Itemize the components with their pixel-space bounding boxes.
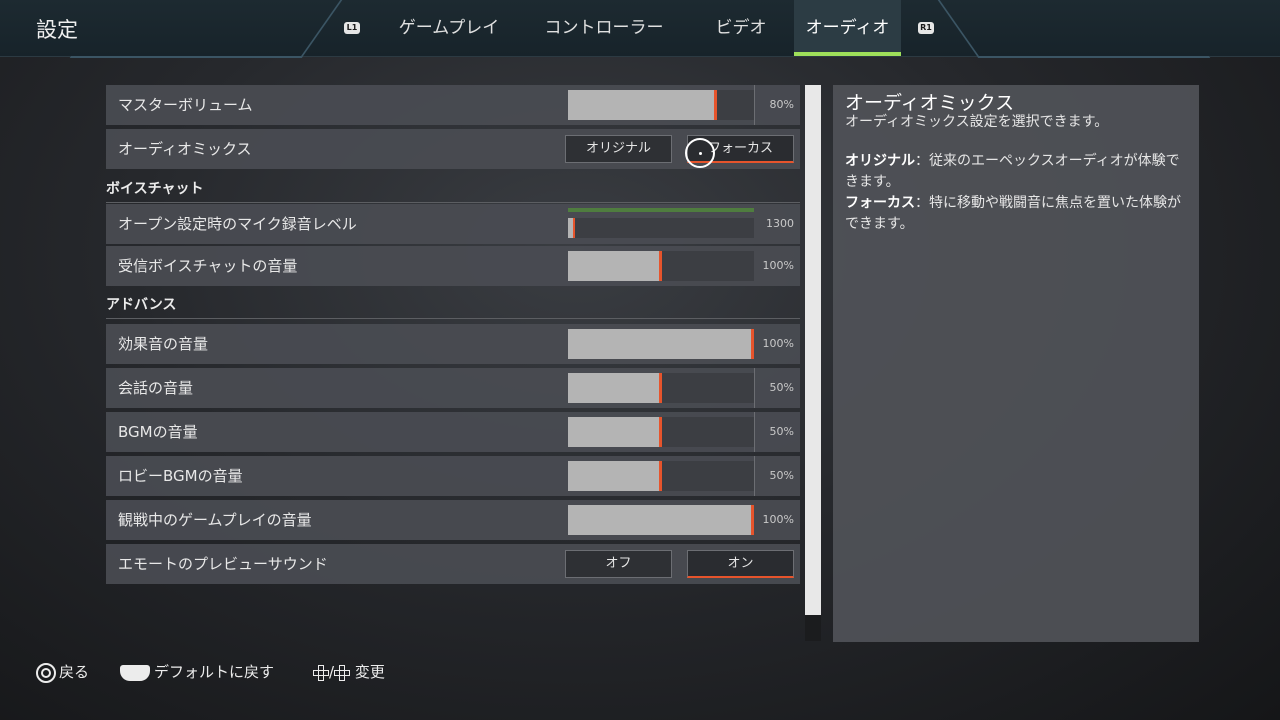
section-header-advanced: アドバンス [106,294,800,319]
l1-bumper-icon[interactable]: L1 [344,22,360,34]
info-panel: オーディオミックス オーディオミックス設定を選択できます。 オリジナル：従来のエ… [833,85,1199,642]
info-description: オーディオミックス設定を選択できます。 [845,114,1109,130]
slider-value: 50% [769,381,794,394]
reset-label: デフォルトに戻す [154,663,275,681]
slider-end-marker [754,456,755,496]
setting-row-dialogue-volume[interactable]: 会話の音量 50% [106,368,800,408]
slider-end-marker [754,412,755,452]
top-bar: 設定 L1 ゲームプレイ コントローラー ビデオ オーディオ R1 [0,0,1280,58]
scrollbar-thumb[interactable] [805,85,821,615]
slider-fill [568,251,662,281]
setting-row-emote-preview[interactable]: エモートのプレビューサウンド オフ オン [106,544,800,584]
cursor-dot-icon [699,152,702,155]
slider-end-marker [754,368,755,408]
setting-label: オープン設定時のマイク録音レベル [118,215,357,233]
setting-row-lobby-bgm-volume[interactable]: ロビーBGMの音量 50% [106,456,800,496]
slider-value: 50% [769,425,794,438]
slider-fill [568,329,754,359]
slider-value: 1300 [766,217,794,230]
master-volume-slider[interactable] [568,90,754,120]
sfx-volume-slider[interactable] [568,329,754,359]
emote-preview-on-button[interactable]: オン [687,550,794,578]
setting-label: BGMの音量 [118,423,198,441]
voice-chat-volume-slider[interactable] [568,251,754,281]
back-button[interactable]: 戻る [36,660,89,684]
back-label: 戻る [59,663,90,681]
section-header-voice-chat: ボイスチャット [106,178,800,203]
slider-fill [568,373,662,403]
info-term: フォーカス [845,195,915,211]
setting-label: 観戦中のゲームプレイの音量 [118,511,312,529]
audio-mix-original-button[interactable]: オリジナル [565,135,672,163]
slider-value: 100% [762,337,794,350]
slider-fill [568,218,575,238]
dpad-left-right-icon [334,664,351,681]
settings-scrollbar[interactable] [805,85,821,641]
reset-defaults-button[interactable]: デフォルトに戻す [120,660,274,684]
lobby-bgm-volume-slider[interactable] [568,461,754,491]
header-decoration-right [937,0,1211,58]
setting-label: 会話の音量 [118,379,194,397]
tab-controller[interactable]: コントローラー [530,0,678,56]
info-term: オリジナル [845,153,915,169]
slider-value: 100% [762,513,794,526]
tab-video[interactable]: ビデオ [697,0,785,56]
slider-value: 80% [769,98,794,111]
header-decoration-left [69,0,343,58]
dpad-left-right-icon [313,664,329,681]
tab-audio[interactable]: オーディオ [794,0,901,56]
setting-label: マスターボリューム [118,96,253,114]
bgm-volume-slider[interactable] [568,417,754,447]
spectate-volume-slider[interactable] [568,505,754,535]
slider-end-marker [754,85,755,125]
setting-row-spectate-volume[interactable]: 観戦中のゲームプレイの音量 100% [106,500,800,540]
setting-row-sfx-volume[interactable]: 効果音の音量 100% [106,324,800,364]
setting-label: ロビーBGMの音量 [118,467,243,485]
setting-label: エモートのプレビューサウンド [118,555,328,573]
slider-fill [568,461,662,491]
tab-gameplay[interactable]: ゲームプレイ [385,0,513,56]
info-body: オリジナル：従来のエーペックスオーディオが体験できます。 フォーカス：特に移動や… [845,151,1191,235]
info-entry-original: オリジナル：従来のエーペックスオーディオが体験できます。 [845,151,1191,193]
setting-row-voice-chat-volume[interactable]: 受信ボイスチャットの音量 100% [106,246,800,286]
slider-value: 100% [762,259,794,272]
r1-bumper-icon[interactable]: R1 [918,22,934,34]
setting-label: 効果音の音量 [118,335,209,353]
setting-row-master-volume[interactable]: マスターボリューム 80% [106,85,800,125]
mic-level-slider[interactable] [568,218,754,238]
slider-value: 50% [769,469,794,482]
change-label: 変更 [354,663,385,681]
emote-preview-off-button[interactable]: オフ [565,550,672,578]
mic-input-meter [568,208,754,212]
circle-button-icon [36,662,56,683]
dialogue-volume-slider[interactable] [568,373,754,403]
setting-label: オーディオミックス [118,140,252,158]
touchpad-icon [120,664,150,681]
setting-row-mic-level[interactable]: オープン設定時のマイク録音レベル 1300 [106,204,800,244]
slider-fill [568,417,662,447]
slider-fill [568,90,717,120]
setting-label: 受信ボイスチャットの音量 [118,257,298,275]
info-entry-focus: フォーカス：特に移動や戦闘音に焦点を置いた体験ができます。 [845,193,1191,235]
page-title: 設定 [36,18,78,42]
slider-fill [568,505,754,535]
change-hint: / 変更 [313,660,385,684]
setting-row-bgm-volume[interactable]: BGMの音量 50% [106,412,800,452]
